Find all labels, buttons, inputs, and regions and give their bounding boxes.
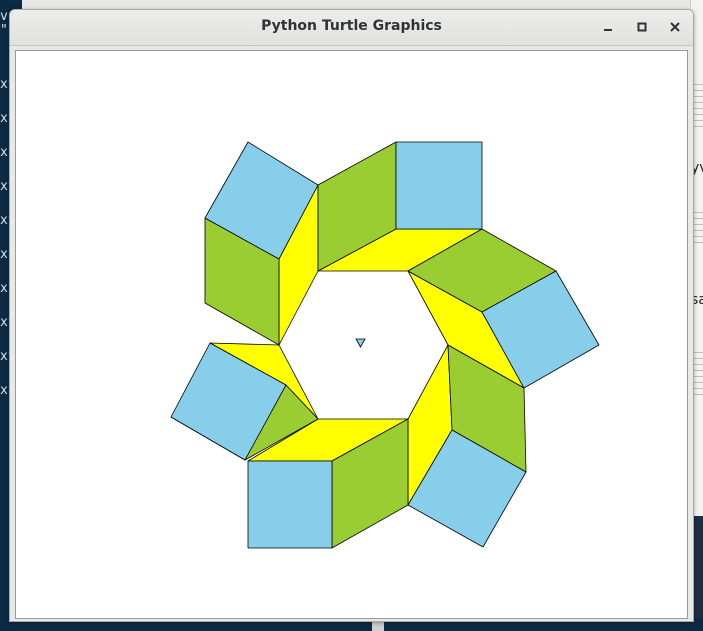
minimize-button[interactable] [597, 16, 619, 38]
blue-square [247, 460, 333, 549]
maximize-icon [637, 22, 647, 32]
terminal-text: v [0, 9, 8, 24]
turtle-drawing [170, 141, 600, 549]
close-icon [670, 22, 680, 32]
turtle-window: Python Turtle Graphics [9, 9, 694, 622]
triangle-turtle-icon [355, 338, 366, 348]
minimize-icon [604, 29, 612, 31]
window-title: Python Turtle Graphics [261, 18, 442, 34]
blue-square [395, 141, 483, 230]
turtle-canvas[interactable] [15, 50, 688, 619]
maximize-button[interactable] [631, 16, 653, 38]
window-titlebar[interactable]: Python Turtle Graphics [10, 10, 693, 46]
close-button[interactable] [664, 16, 686, 38]
